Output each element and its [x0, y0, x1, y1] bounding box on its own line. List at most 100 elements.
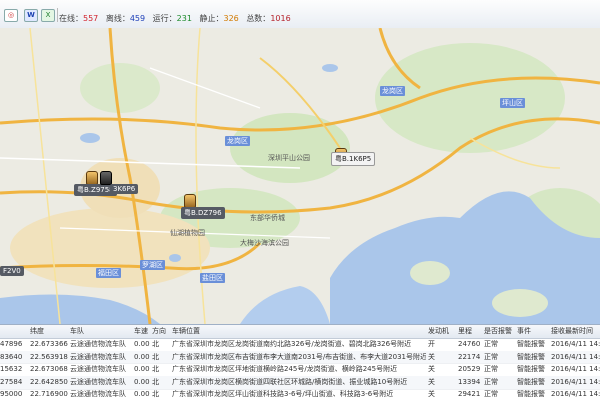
word-export-icon[interactable]: W — [24, 9, 38, 22]
column-header[interactable]: 事件 — [517, 327, 531, 336]
fleet-cell: 云途通信物流车队 — [70, 377, 126, 386]
excel-export-icon[interactable]: X — [41, 9, 55, 22]
column-header[interactable]: 发动机 — [428, 327, 449, 336]
direction-cell: 北 — [152, 377, 159, 386]
latitude-cell: 22.673068 — [30, 365, 68, 374]
last-received-cell: 2016/4/11 14:13: — [551, 340, 600, 348]
mileage-cell: 29421 — [458, 390, 481, 399]
toolbar: ◎ W X 在线：557 离线：459 运行：231 静止：326 总数：101… — [0, 0, 600, 29]
vehicle-table: 纬度 车队 车速 方向 车辆位置 发动机 里程 是否报警 事件 接收最新时间 4… — [0, 324, 600, 401]
row-id: 95000 — [0, 390, 23, 399]
location-cell: 广东省深圳市龙岗区横岗街道四联社区环城路/横岗街道、振业城路10号附近 — [172, 377, 408, 386]
district-label: 坪山区 — [500, 98, 525, 108]
table-row[interactable]: 95000 22.716900 云途通信物流车队 0.00 北 广东省深圳市龙岗区坪山街道… — [0, 388, 600, 401]
row-id: 83640 — [0, 352, 23, 361]
engine-cell: 关 — [428, 377, 435, 386]
column-header[interactable]: 车速 — [134, 327, 148, 336]
direction-cell: 北 — [152, 365, 159, 374]
map-poi-label: 大梅沙海滨公园 — [240, 239, 289, 247]
vehicle-plate-label[interactable]: F2V0 — [0, 266, 24, 276]
mileage-cell: 20529 — [458, 365, 481, 374]
event-cell: 智能报警 — [517, 352, 545, 361]
location-cell: 广东省深圳市龙岗区布吉街道布李大道南2031号/布吉街道、布李大道2031号附近 — [172, 352, 426, 361]
vehicle-plate-label[interactable]: 3K6P6 — [110, 184, 139, 194]
toolbar-divider — [57, 8, 58, 22]
alarm-status-cell: 正常 — [484, 340, 498, 348]
latitude-cell: 22.673366 — [30, 340, 68, 348]
fleet-cell: 云途通信物流车队 — [70, 340, 126, 348]
fleet-cell: 云途通信物流车队 — [70, 390, 126, 399]
vehicle-marker-icon[interactable] — [100, 171, 112, 185]
alarm-status-cell: 正常 — [484, 352, 498, 361]
speed-cell: 0.00 — [134, 340, 150, 348]
locate-icon[interactable]: ◎ — [4, 9, 18, 22]
speed-cell: 0.00 — [134, 390, 150, 399]
map-poi-label: 深圳平山公园 — [268, 154, 310, 162]
row-id: 27584 — [0, 377, 23, 386]
stopped-label: 静止： — [199, 14, 224, 23]
event-cell: 智能报警 — [517, 340, 545, 348]
event-cell: 智能报警 — [517, 377, 545, 386]
vehicle-marker-icon[interactable] — [184, 194, 196, 208]
last-received-cell: 2016/4/11 14:12: — [551, 352, 600, 361]
mileage-cell: 13394 — [458, 377, 481, 386]
last-received-cell: 2016/4/11 14:13: — [551, 390, 600, 399]
district-label: 罗湖区 — [140, 260, 165, 270]
location-cell: 广东省深圳市龙岗区坪地街道横岭路245号/龙岗街道、横岭路245号附近 — [172, 365, 398, 374]
offline-label: 离线： — [105, 14, 130, 23]
vehicle-status-summary: 在线：557 离线：459 运行：231 静止：326 总数：1016 — [59, 13, 296, 24]
total-count: 1016 — [270, 14, 291, 23]
column-header[interactable]: 方向 — [152, 327, 166, 336]
alarm-status-cell: 正常 — [484, 377, 498, 386]
direction-cell: 北 — [152, 390, 159, 399]
speed-cell: 0.00 — [134, 377, 150, 386]
last-received-cell: 2016/4/11 14:13: — [551, 365, 600, 374]
direction-cell: 北 — [152, 340, 159, 348]
vehicle-plate-label[interactable]: 粤B.DZ796 — [181, 207, 225, 219]
district-label: 龙岗区 — [380, 86, 405, 96]
district-label: 龙岗区 — [225, 136, 250, 146]
row-id: 15632 — [0, 365, 23, 374]
running-label: 运行： — [152, 14, 177, 23]
row-id: 47896 — [0, 340, 23, 348]
column-header[interactable]: 车辆位置 — [172, 327, 200, 336]
column-header[interactable]: 接收最新时间 — [551, 327, 593, 336]
engine-cell: 关 — [428, 390, 435, 399]
map-poi-label: 东部华侨城 — [250, 214, 285, 222]
engine-cell: 关 — [428, 365, 435, 374]
location-cell: 广东省深圳市龙岗区坪山街道科技路3-6号/坪山街道、科技路3-6号附近 — [172, 390, 394, 399]
mileage-cell: 22174 — [458, 352, 481, 361]
direction-cell: 北 — [152, 352, 159, 361]
table-header: 纬度 车队 车速 方向 车辆位置 发动机 里程 是否报警 事件 接收最新时间 — [0, 325, 600, 339]
column-header[interactable]: 纬度 — [30, 327, 44, 336]
online-label: 在线： — [59, 14, 83, 23]
speed-cell: 0.00 — [134, 352, 150, 361]
engine-cell: 开 — [428, 340, 435, 348]
speed-cell: 0.00 — [134, 365, 150, 374]
event-cell: 智能报警 — [517, 365, 545, 374]
mileage-cell: 24760 — [458, 340, 481, 348]
fleet-cell: 云途通信物流车队 — [70, 352, 126, 361]
latitude-cell: 22.563918 — [30, 352, 68, 361]
vehicle-plate-label[interactable]: 粤B.1K6P5 — [331, 152, 376, 166]
location-cell: 广东省深圳市龙岗区龙岗街道南约北路326号/龙岗街道、碧岗北路326号附近 — [172, 340, 412, 348]
column-header[interactable]: 里程 — [458, 327, 472, 336]
offline-count: 459 — [129, 14, 146, 23]
engine-cell: 关 — [428, 352, 435, 361]
event-cell: 智能报警 — [517, 390, 545, 399]
column-header[interactable]: 是否报警 — [484, 327, 512, 336]
map-view[interactable]: 龙岗区 龙岗区 福田区 罗湖区 盐田区 坪山区 深圳平山公园 东部华侨城 大梅沙… — [0, 28, 600, 324]
alarm-status-cell: 正常 — [484, 365, 498, 374]
column-header[interactable]: 车队 — [70, 327, 84, 336]
map-poi-label: 仙湖植物园 — [170, 229, 205, 237]
alarm-status-cell: 正常 — [484, 390, 498, 399]
district-label: 福田区 — [96, 268, 121, 278]
online-count: 557 — [83, 14, 99, 23]
latitude-cell: 22.642850 — [30, 377, 68, 386]
vehicle-marker-icon[interactable] — [86, 171, 98, 185]
total-label: 总数： — [246, 14, 271, 23]
district-label: 盐田区 — [200, 273, 225, 283]
fleet-cell: 云途通信物流车队 — [70, 365, 126, 374]
running-count: 231 — [176, 14, 192, 23]
stopped-count: 326 — [223, 14, 239, 23]
